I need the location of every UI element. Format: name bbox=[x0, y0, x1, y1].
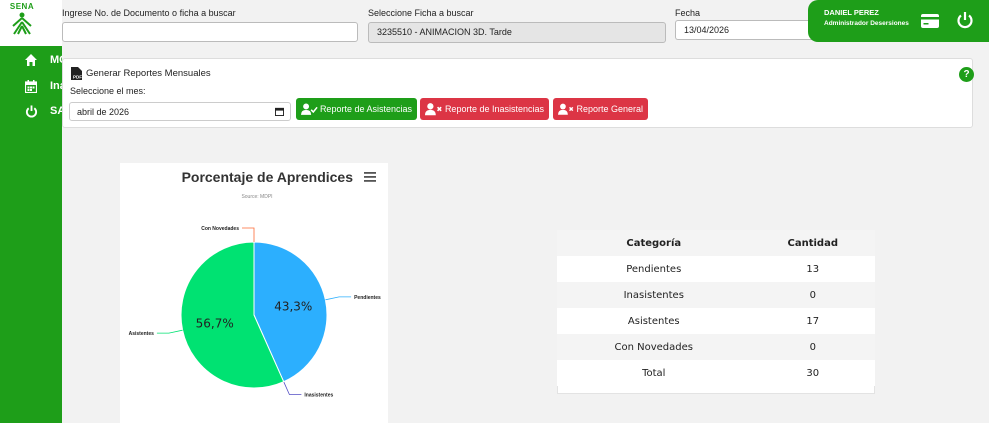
pie-category-label: Inasistentes bbox=[304, 392, 333, 398]
monthly-reports-panel: PDF Generar Reportes Mensuales Seleccion… bbox=[62, 58, 974, 128]
table-cell-count: 0 bbox=[750, 282, 875, 308]
help-icon[interactable]: ? bbox=[959, 67, 974, 82]
document-search-label: Ingrese No. de Documento o ficha a busca… bbox=[62, 8, 236, 18]
table-header-row: Categoría Cantidad bbox=[557, 230, 875, 256]
table-row: Asistentes 17 bbox=[557, 308, 875, 334]
app-root: SENA MC Ina SA Ingres bbox=[0, 0, 989, 423]
table-cell-count: 13 bbox=[750, 256, 875, 282]
logo-area: SENA bbox=[0, 0, 62, 46]
fecha-input[interactable]: 13/04/2026 bbox=[675, 20, 815, 40]
fecha-label: Fecha bbox=[675, 8, 701, 18]
pie-connector bbox=[156, 329, 183, 334]
table-cell-category: Asistentes bbox=[557, 308, 751, 334]
table-cell-category: Con Novedades bbox=[557, 334, 751, 360]
sena-logo[interactable]: SENA bbox=[8, 2, 36, 42]
user-times-icon bbox=[425, 103, 442, 116]
pie-chart-card: Porcentaje de Aprendices Source: MDPI 43… bbox=[120, 163, 388, 423]
table-cell-count: 0 bbox=[750, 334, 875, 360]
pie-connector bbox=[283, 381, 302, 395]
pie-category-label: Con Novedades bbox=[201, 226, 239, 232]
user-check-icon bbox=[301, 103, 318, 115]
report-inasistencias-label: Reporte de Inasistencias bbox=[444, 104, 544, 114]
pie-category-label: Asistentes bbox=[129, 331, 155, 337]
id-card-icon[interactable] bbox=[921, 14, 939, 28]
table-cell-category: Inasistentes bbox=[557, 282, 751, 308]
ficha-select[interactable]: 3235510 - ANIMACION 3D. Tarde bbox=[368, 22, 666, 43]
table-header-cell: Categoría bbox=[626, 237, 682, 249]
monthly-reports-title-text: Generar Reportes Mensuales bbox=[86, 68, 211, 79]
sidebar: SENA MC Ina SA bbox=[0, 0, 62, 423]
table-cell-count: 17 bbox=[750, 308, 875, 334]
sena-logo-icon bbox=[12, 12, 32, 35]
calendar-icon bbox=[23, 78, 39, 94]
table-row: Con Novedades 0 bbox=[557, 334, 875, 360]
pdf-icon: PDF bbox=[71, 67, 82, 80]
user-role: Administrador Desersiones bbox=[824, 20, 909, 27]
monthly-reports-title: PDF Generar Reportes Mensuales bbox=[71, 67, 211, 80]
power-icon bbox=[23, 103, 39, 119]
sidebar-item-home[interactable]: MC bbox=[0, 49, 62, 71]
user-times-icon bbox=[558, 103, 574, 115]
table-cell-count: 30 bbox=[750, 360, 875, 386]
pie-connector bbox=[242, 227, 255, 242]
logout-icon[interactable] bbox=[956, 11, 974, 29]
calendar-picker-icon[interactable] bbox=[275, 107, 284, 116]
sena-logo-text: SENA bbox=[9, 2, 35, 11]
sidebar-item-label: MC bbox=[50, 54, 62, 66]
table-row: Inasistentes 0 bbox=[557, 282, 875, 308]
report-inasistencias-button[interactable]: Reporte de Inasistencias bbox=[420, 98, 549, 120]
report-asistencias-button[interactable]: Reporte de Asistencias bbox=[296, 98, 417, 120]
month-select-label: Seleccione el mes: bbox=[70, 86, 146, 96]
report-general-button[interactable]: Reporte General bbox=[553, 98, 648, 120]
report-general-label: Reporte General bbox=[576, 104, 643, 114]
pie-data-label: 56,7% bbox=[196, 316, 234, 330]
home-icon bbox=[23, 52, 39, 68]
sidebar-item-label: SA bbox=[50, 105, 62, 117]
summary-table: Categoría Cantidad Pendientes 13 Inasist… bbox=[557, 230, 875, 386]
table-row: Pendientes 13 bbox=[557, 256, 875, 282]
pie-category-label: Pendientes bbox=[354, 295, 381, 301]
table-cell-category: Total bbox=[557, 360, 751, 386]
pie-chart: 43,3% Pendientes Inasistentes 56,7% Asistent… bbox=[129, 226, 381, 398]
table-row: Total 30 bbox=[557, 360, 875, 386]
pie-data-label: 43,3% bbox=[274, 300, 312, 314]
svg-text:PDF: PDF bbox=[73, 75, 82, 80]
user-name: DANIEL PEREZ bbox=[824, 8, 879, 17]
table-cell-category: Pendientes bbox=[557, 256, 751, 282]
month-input[interactable]: abril de 2026 bbox=[69, 102, 291, 121]
month-input-value: abril de 2026 bbox=[77, 107, 130, 117]
sidebar-item-label: Ina bbox=[50, 80, 62, 92]
ficha-select-label: Seleccione Ficha a buscar bbox=[368, 8, 474, 18]
report-asistencias-label: Reporte de Asistencias bbox=[319, 104, 412, 114]
pie-connector bbox=[325, 296, 352, 301]
sidebar-item-inasistencias[interactable]: Ina bbox=[0, 75, 62, 97]
sidebar-item-salir[interactable]: SA bbox=[0, 100, 62, 122]
user-panel: DANIEL PEREZ Administrador Desersiones bbox=[808, 0, 989, 42]
document-search-input[interactable] bbox=[62, 22, 358, 42]
table-header-cell: Cantidad bbox=[787, 237, 838, 249]
